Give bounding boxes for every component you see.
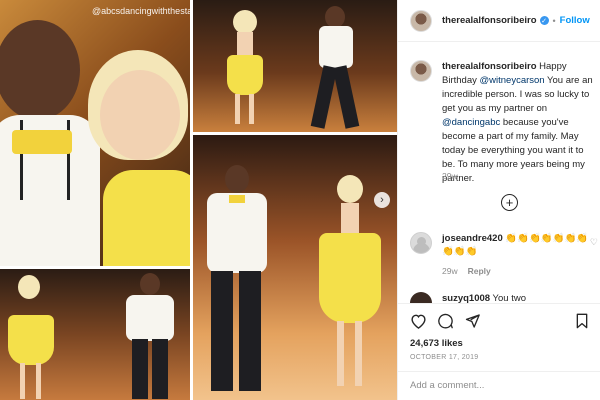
author-avatar[interactable] [410,9,432,32]
caption-avatar[interactable] [410,60,432,82]
photo-closeup: @abcsdancingwiththestars [0,0,190,266]
post-sidebar: therealalfonsoribeiro ✓ • Follow thereal… [397,0,600,400]
commenter-username[interactable]: joseandre420 [442,233,503,244]
mention-dancingabc[interactable]: @dancingabc [442,117,500,128]
photo-dance-floor-bottom [0,269,190,400]
like-count[interactable]: 24,673 likes [410,338,589,349]
comment-like-heart-icon[interactable]: ♡ [590,237,598,248]
save-bookmark-icon[interactable] [575,313,589,329]
photo-dance-floor-main [193,135,397,400]
share-paper-plane-icon[interactable] [464,313,481,329]
post-media[interactable]: @abcsdancingwiththestars › [0,0,397,400]
commenter-avatar[interactable] [410,232,432,254]
caption-text: therealalfonsoribeiro Happy Birthday @wi… [442,60,596,186]
caption-username[interactable]: therealalfonsoribeiro [442,61,537,72]
comment-text: joseandre420 👏👏👏👏👏👏👏👏👏👏 [442,232,596,258]
next-image-button[interactable]: › [374,192,390,208]
post-date: OCTOBER 17, 2019 [410,354,479,361]
caption-timestamp: 29w [442,171,458,181]
verified-badge-icon: ✓ [539,16,549,25]
mention-witneycarson[interactable]: @witneycarson [480,75,545,86]
comment-bubble-icon[interactable] [437,313,454,329]
comment-item: joseandre420 👏👏👏👏👏👏👏👏👏👏 [410,232,596,258]
post-header: therealalfonsoribeiro ✓ • Follow [398,0,600,42]
follow-button[interactable]: Follow [560,15,590,26]
load-more-comments-button[interactable]: + [501,194,518,211]
post-actions: 24,673 likes OCTOBER 17, 2019 [398,303,600,361]
header-separator: • [552,15,556,26]
like-heart-icon[interactable] [410,313,427,329]
author-username[interactable]: therealalfonsoribeiro [442,15,537,26]
media-watermark: @abcsdancingwiththestars [92,6,190,16]
photo-dance-floor-top [193,0,397,132]
reply-button[interactable]: Reply [468,266,491,276]
caption-block: therealalfonsoribeiro Happy Birthday @wi… [410,60,596,186]
add-comment-input[interactable]: Add a comment... [398,371,600,400]
comment-meta: 29w Reply [442,266,491,276]
dancer-man-figure [0,20,100,266]
comment-timestamp: 29w [442,266,458,276]
dancer-woman-figure [88,50,190,266]
